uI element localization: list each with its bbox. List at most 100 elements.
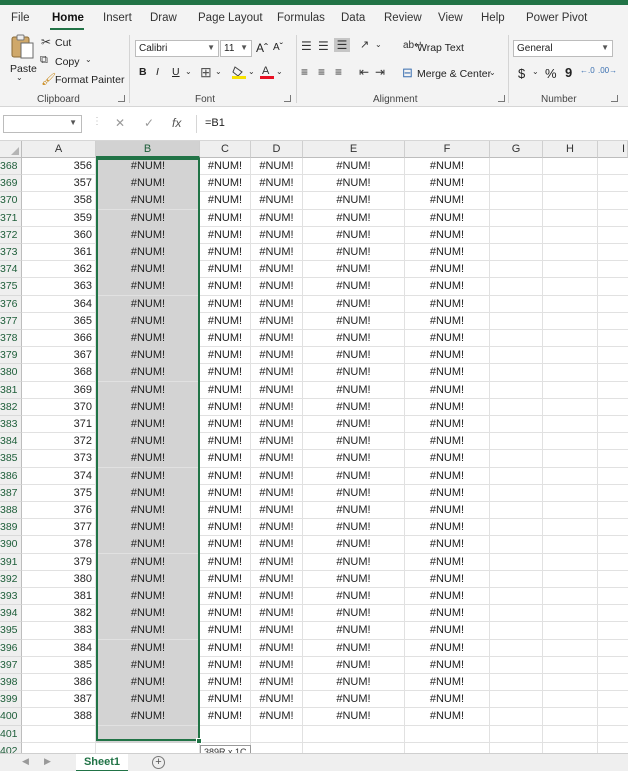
cell-e[interactable]: #NUM! [303,175,405,193]
clipboard-launcher-icon[interactable] [118,95,125,102]
merge-center-button[interactable]: Merge & Center [417,68,491,80]
cell-c[interactable]: #NUM! [200,553,251,571]
align-top-icon[interactable]: ☰ [301,39,312,53]
cell-f[interactable]: #NUM! [405,467,490,485]
cell-g[interactable] [490,691,543,709]
cell-b[interactable]: #NUM! [96,175,200,193]
cell-g[interactable] [490,226,543,244]
insert-function-icon[interactable]: fx [172,116,181,130]
row-header[interactable]: 402 [0,742,22,753]
cell-g[interactable] [490,553,543,571]
cell-e[interactable]: #NUM! [303,330,405,347]
cell-f[interactable]: #NUM! [405,691,490,709]
cell-g[interactable] [490,519,543,537]
cell-b[interactable]: #NUM! [96,691,200,709]
column-header-g[interactable]: G [490,141,543,158]
increase-decimal-icon[interactable]: ←.0 [580,66,595,75]
copy-dropdown-icon[interactable]: ⌄ [85,55,92,64]
row-header[interactable]: 391 [0,553,22,571]
cell-h[interactable] [543,347,598,365]
cell-e[interactable]: #NUM! [303,450,405,468]
cell-b[interactable]: #NUM! [96,364,200,382]
cell-d[interactable]: #NUM! [251,519,303,537]
cell-f[interactable]: #NUM! [405,192,490,210]
cell-h[interactable] [543,398,598,416]
cell-d[interactable]: #NUM! [251,192,303,210]
cell-c[interactable]: #NUM! [200,519,251,537]
cell-f[interactable]: #NUM! [405,433,490,451]
cell-h[interactable] [543,364,598,382]
cell-a[interactable] [22,725,96,743]
row-header[interactable]: 390 [0,536,22,554]
cell-c[interactable]: #NUM! [200,536,251,554]
cell-h[interactable] [543,484,598,502]
cell-e[interactable]: #NUM! [303,416,405,433]
cell-a[interactable]: 378 [22,536,96,554]
cell-e[interactable]: #NUM! [303,347,405,365]
cell-e[interactable] [303,742,405,753]
cell-c[interactable] [200,725,251,743]
scissors-icon[interactable]: ✂ [41,35,51,49]
tab-page-layout[interactable]: Page Layout [198,12,263,24]
cell-d[interactable]: #NUM! [251,484,303,502]
wrap-text-button[interactable]: Wrap Text [417,42,464,54]
cut-button[interactable]: Cut [55,37,71,49]
cell-h[interactable] [543,209,598,227]
cell-a[interactable]: 356 [22,158,96,175]
formula-input[interactable]: =B1 [196,115,628,133]
cell-h[interactable] [543,553,598,571]
cell-h[interactable] [543,570,598,588]
cell-d[interactable]: #NUM! [251,295,303,313]
tab-help[interactable]: Help [481,12,505,24]
cell-g[interactable] [490,484,543,502]
cell-c[interactable]: #NUM! [200,656,251,674]
paste-dropdown-icon[interactable]: ⌄ [16,73,23,82]
add-sheet-button[interactable]: + [152,756,165,769]
cell-h[interactable] [543,622,598,640]
cell-b[interactable]: #NUM! [96,278,200,296]
cell-b[interactable]: #NUM! [96,656,200,674]
cell-a[interactable]: 362 [22,261,96,279]
cell-a[interactable]: 361 [22,244,96,261]
cell-b[interactable]: #NUM! [96,312,200,330]
cell-c[interactable]: #NUM! [200,347,251,365]
cell-d[interactable]: #NUM! [251,175,303,193]
column-header-i[interactable]: I [598,141,628,158]
cell-g[interactable] [490,261,543,279]
cell-b[interactable]: #NUM! [96,484,200,502]
cell-d[interactable]: #NUM! [251,261,303,279]
cell-c[interactable]: #NUM! [200,588,251,605]
row-header[interactable]: 388 [0,502,22,520]
cell-f[interactable]: #NUM! [405,416,490,433]
cell-e[interactable]: #NUM! [303,398,405,416]
cell-f[interactable]: #NUM! [405,347,490,365]
cell-f[interactable]: #NUM! [405,209,490,227]
format-painter-button[interactable]: Format Painter [55,74,124,86]
cell-d[interactable]: #NUM! [251,639,303,657]
cell-b[interactable]: #NUM! [96,536,200,554]
cell-g[interactable] [490,278,543,296]
paste-button[interactable]: Paste [10,63,37,75]
cell-d[interactable]: #NUM! [251,502,303,519]
row-header[interactable]: 395 [0,622,22,640]
cell-f[interactable]: #NUM! [405,502,490,519]
tab-review[interactable]: Review [384,12,422,24]
cell-c[interactable]: #NUM! [200,226,251,244]
cell-e[interactable]: #NUM! [303,622,405,640]
copy-icon[interactable]: ⧉ [40,54,48,67]
cell-d[interactable]: #NUM! [251,622,303,640]
cell-f[interactable]: #NUM! [405,622,490,640]
cell-g[interactable] [490,175,543,193]
cell-g[interactable] [490,467,543,485]
cell-d[interactable] [251,725,303,743]
cell-d[interactable]: #NUM! [251,209,303,227]
cell-g[interactable] [490,330,543,347]
row-header[interactable]: 371 [0,209,22,227]
cell-f[interactable]: #NUM! [405,226,490,244]
cell-b[interactable]: #NUM! [96,398,200,416]
cell-h[interactable] [543,536,598,554]
scroll-left-icon[interactable]: ◀ [22,756,29,767]
alignment-launcher-icon[interactable] [498,95,505,102]
cell-b[interactable]: #NUM! [96,502,200,519]
cell-b[interactable]: #NUM! [96,347,200,365]
